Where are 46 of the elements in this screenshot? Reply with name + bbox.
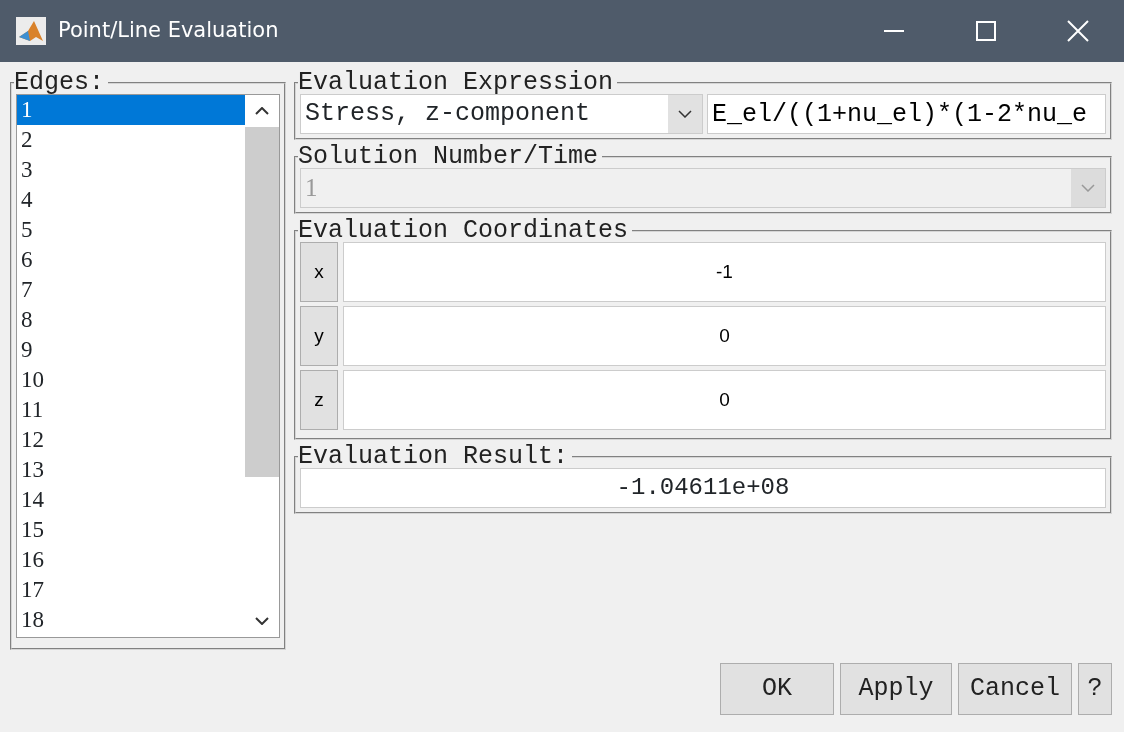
edge-item[interactable]: 14 [17, 485, 245, 515]
edge-item[interactable]: 13 [17, 455, 245, 485]
chevron-down-icon [678, 110, 692, 118]
edge-item[interactable]: 4 [17, 185, 245, 215]
edge-item[interactable]: 11 [17, 395, 245, 425]
edge-item[interactable]: 10 [17, 365, 245, 395]
apply-button[interactable]: Apply [840, 663, 952, 715]
group-label: Edges: [14, 72, 105, 94]
ok-button[interactable]: OK [720, 663, 834, 715]
result-value: -1.04611e+08 [300, 468, 1106, 508]
edge-item[interactable]: 18 [17, 605, 245, 635]
coordinate-field[interactable]: 0 [343, 370, 1106, 430]
axis-button[interactable]: z [300, 370, 338, 430]
edge-item[interactable]: 8 [17, 305, 245, 335]
window-title: Point/Line Evaluation [58, 17, 279, 45]
edge-item[interactable]: 12 [17, 425, 245, 455]
edge-item[interactable]: 17 [17, 575, 245, 605]
expression-field[interactable]: E_el/((1+nu_el)*(1-2*nu_e [707, 94, 1106, 134]
edge-item[interactable]: 7 [17, 275, 245, 305]
cancel-button[interactable]: Cancel [958, 663, 1072, 715]
group-label: Evaluation Coordinates [298, 220, 630, 242]
edge-item[interactable]: 16 [17, 545, 245, 575]
group-label: Solution Number/Time [298, 146, 600, 168]
expression-dropdown[interactable]: Stress, z-component [300, 94, 703, 134]
chevron-down-icon [1081, 184, 1095, 192]
edge-item[interactable]: 2 [17, 125, 245, 155]
edge-item[interactable]: 3 [17, 155, 245, 185]
edge-item[interactable]: 15 [17, 515, 245, 545]
scroll-up-icon[interactable] [255, 107, 269, 115]
group-label: Evaluation Expression [298, 72, 615, 94]
scroll-down-icon[interactable] [255, 617, 269, 625]
minimize-icon [884, 30, 904, 32]
coordinate-field[interactable]: -1 [343, 242, 1106, 302]
app-icon [16, 17, 46, 45]
coordinate-field[interactable]: 0 [343, 306, 1106, 366]
edge-item[interactable]: 6 [17, 245, 245, 275]
axis-button[interactable]: y [300, 306, 338, 366]
edge-item[interactable]: 5 [17, 215, 245, 245]
maximize-icon [976, 21, 996, 41]
close-icon [1067, 20, 1089, 42]
edge-item[interactable]: 1 [17, 95, 245, 125]
scrollbar-thumb[interactable] [245, 127, 279, 477]
axis-button[interactable]: x [300, 242, 338, 302]
help-button[interactable]: ? [1078, 663, 1112, 715]
group-label: Evaluation Result: [298, 446, 570, 468]
edge-item[interactable]: 9 [17, 335, 245, 365]
